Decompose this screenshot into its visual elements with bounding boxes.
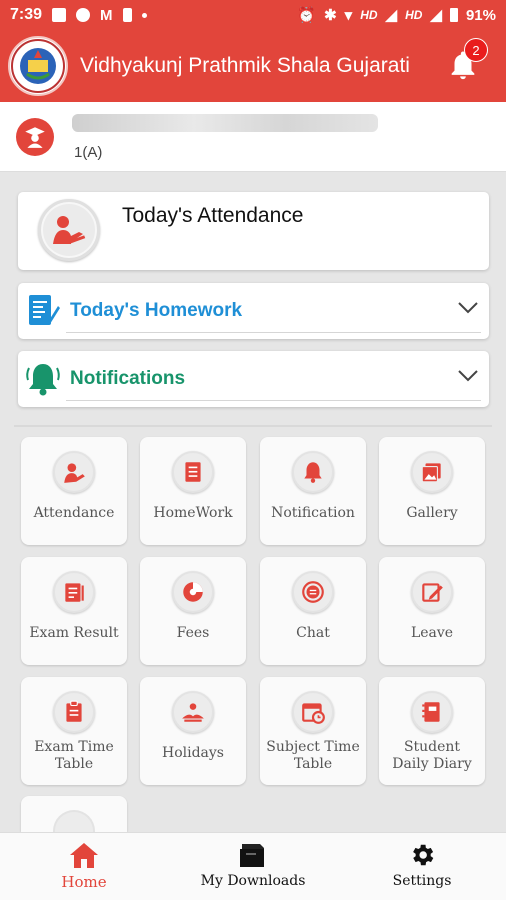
attendance-icon: [53, 451, 95, 493]
menu-tile-label: Exam Time Table: [34, 739, 114, 772]
alert-notification-icon: [122, 8, 132, 22]
battery-icon: [449, 8, 458, 22]
bottom-navigation: Home My Downloads Settings: [0, 832, 506, 900]
notification-count-badge: 2: [464, 38, 488, 62]
menu-tile-subject-time-table[interactable]: Subject Time Table: [260, 677, 366, 785]
menu-tile-label: Student Daily Diary: [392, 739, 472, 772]
leave-icon: [411, 571, 453, 613]
student-class: 1(A): [74, 144, 103, 161]
menu-tile-label: Subject Time Table: [266, 739, 360, 772]
menu-tile-label: Leave: [410, 625, 454, 641]
network-type-2: HD: [405, 8, 423, 22]
exam-result-icon: [53, 571, 95, 613]
student-header[interactable]: 1(A): [0, 102, 506, 172]
todays-attendance-card[interactable]: Today's Attendance: [18, 192, 489, 270]
notification-bell-button[interactable]: 2: [446, 38, 488, 82]
nav-my-downloads[interactable]: My Downloads: [183, 841, 323, 889]
fees-icon: [172, 571, 214, 613]
menu-tile-leave[interactable]: Leave: [379, 557, 485, 665]
menu-tile-homework[interactable]: HomeWork: [140, 437, 246, 545]
menu-tile-holidays[interactable]: Holidays: [140, 677, 246, 785]
menu-tile-exam-result[interactable]: Exam Result: [21, 557, 127, 665]
wifi-icon: ▾: [344, 7, 353, 24]
battery-percent: 91%: [465, 6, 496, 24]
menu-tile-chat[interactable]: Chat: [260, 557, 366, 665]
nav-home[interactable]: Home: [14, 841, 154, 891]
app-title: Vidhyakunj Prathmik Shala Gujarati: [80, 54, 410, 77]
notifications-title: Notifications: [70, 368, 186, 389]
attendance-teacher-icon: [38, 199, 100, 261]
chevron-down-icon[interactable]: [457, 369, 479, 383]
todays-attendance-title: Today's Attendance: [122, 204, 304, 227]
partial-menu-tile[interactable]: [21, 796, 127, 832]
homework-document-icon: [29, 295, 60, 325]
image-notification-icon: [52, 8, 67, 22]
nav-home-label: Home: [61, 873, 107, 891]
section-divider: [14, 425, 492, 427]
signal-icon-1: ◢: [385, 7, 398, 24]
menu-tile-fees[interactable]: Fees: [140, 557, 246, 665]
menu-tile-notification[interactable]: Notification: [260, 437, 366, 545]
folder-downloads-icon: [240, 844, 264, 867]
app-notification-icon: [76, 8, 91, 22]
gear-icon: [413, 844, 434, 866]
more-notifications-icon: [141, 12, 147, 18]
status-time: 7:39: [10, 6, 43, 23]
nav-settings-label: Settings: [392, 873, 452, 889]
diary-icon: [411, 691, 453, 733]
notification-icon: [292, 451, 334, 493]
app-bar: Vidhyakunj Prathmik Shala Gujarati 2: [0, 30, 506, 102]
notification-bell-icon: [26, 364, 60, 396]
homework-icon: [172, 451, 214, 493]
gallery-icon: [411, 451, 453, 493]
notifications-divider: [66, 400, 481, 401]
todays-homework-title: Today's Homework: [70, 300, 243, 321]
chat-icon: [292, 571, 334, 613]
holidays-icon: [172, 691, 214, 733]
todays-homework-accordion[interactable]: Today's Homework: [18, 283, 489, 339]
notifications-accordion[interactable]: Notifications: [18, 351, 489, 407]
exam-timetable-icon: [53, 691, 95, 733]
homework-divider: [66, 332, 481, 333]
menu-tile-gallery[interactable]: Gallery: [379, 437, 485, 545]
menu-tile-attendance[interactable]: Attendance: [21, 437, 127, 545]
menu-tile-exam-time-table[interactable]: Exam Time Table: [21, 677, 127, 785]
school-logo: [8, 36, 68, 96]
alarm-icon: ⏰: [297, 7, 317, 24]
bluetooth-icon: ✱: [324, 7, 337, 24]
network-type-1: HD: [360, 8, 378, 22]
student-name-redacted: [72, 114, 378, 132]
menu-tile-label: Gallery: [406, 505, 458, 521]
menu-tile-label: HomeWork: [153, 505, 233, 521]
menu-tile-label: Chat: [296, 625, 330, 641]
menu-tile-label: Holidays: [162, 745, 224, 761]
menu-tile-label: Fees: [176, 625, 210, 641]
menu-tile-label: Exam Result: [29, 625, 119, 641]
signal-icon-2: ◢: [430, 7, 442, 24]
student-avatar-icon: [16, 118, 54, 156]
nav-my-downloads-label: My Downloads: [200, 873, 306, 889]
subject-timetable-icon: [292, 691, 334, 733]
menu-tile-label: Notification: [271, 505, 355, 521]
chevron-down-icon[interactable]: [457, 301, 479, 315]
status-bar: 7:39 M ⏰ ✱ ▾ HD ◢ HD ◢ 91%: [0, 0, 506, 30]
menu-tile-label: Attendance: [33, 505, 115, 521]
home-icon: [70, 843, 98, 868]
gmail-icon: M: [100, 6, 113, 24]
nav-settings[interactable]: Settings: [352, 841, 492, 889]
menu-tile-student-daily-diary[interactable]: Student Daily Diary: [379, 677, 485, 785]
